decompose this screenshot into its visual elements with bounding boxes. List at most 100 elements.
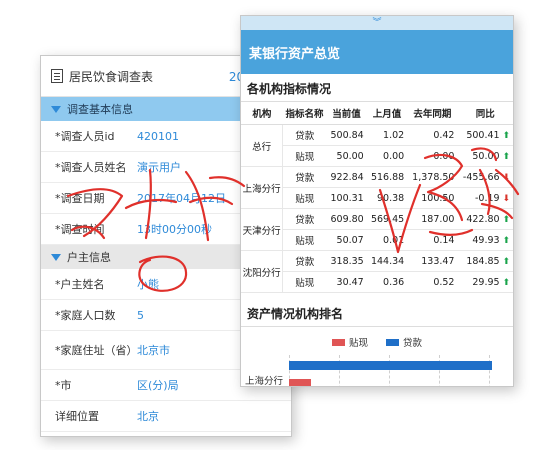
yoy-cell: -0.19 ⬇ [457, 187, 513, 209]
ind-cell: 贴现 [282, 271, 327, 293]
value-cell: 318.35 [326, 250, 367, 272]
value-cell: 100.31 [326, 187, 367, 209]
org-cell: 上海分行 [241, 166, 284, 209]
value-cell: 0.42 [407, 124, 458, 146]
field-value[interactable]: 小熊 [137, 276, 159, 292]
ranking-chart: 上海分行 [241, 355, 513, 387]
yoy-cell: 29.95 ⬆ [457, 271, 513, 293]
col-header: 去年同期 [407, 102, 458, 125]
field-label: 详细位置 [55, 409, 99, 423]
value-cell: 0.00 [366, 145, 408, 167]
value-cell: 133.47 [407, 250, 458, 272]
field-label: *市 [55, 378, 72, 392]
bank-dashboard-screen: ︾ 某银行资产总览 各机构指标情况 机构 指标名称 当前值 上月值 去年同期 同… [240, 15, 514, 387]
arrow-up-icon: ⬆ [499, 277, 510, 288]
document-icon [51, 69, 63, 83]
legend-swatch-loan [386, 338, 399, 346]
table-row[interactable]: 上海分行 贷款 922.84 516.88 1,378.50 -455.66 ⬇ [241, 166, 513, 209]
yoy-cell: 184.85 ⬆ [457, 250, 513, 272]
arrow-down-icon: ⬇ [499, 172, 510, 183]
value-cell: 0.14 [407, 229, 458, 251]
field-label: *家庭住址（省） [55, 343, 138, 357]
value-cell: 0.01 [366, 229, 408, 251]
value-cell: 50.07 [326, 229, 367, 251]
arrow-up-icon: ⬆ [499, 151, 510, 162]
chart-category-label: 上海分行 [245, 376, 284, 387]
yoy-value: 49.93 [472, 234, 500, 246]
field-value[interactable]: 区(分)局 [137, 377, 179, 393]
table-row[interactable]: 总行 贷款 500.84 1.02 0.42 500.41 ⬆ [241, 124, 513, 167]
value-cell: 500.84 [326, 124, 367, 146]
arrow-up-icon: ⬆ [499, 130, 510, 141]
bar-discount[interactable] [289, 379, 312, 386]
value-cell: 516.88 [366, 166, 408, 188]
value-cell: 609.80 [326, 208, 367, 230]
yoy-value: 184.85 [466, 255, 500, 267]
col-header: 指标名称 [282, 102, 327, 125]
value-cell: 922.84 [326, 166, 367, 188]
field-value[interactable]: 演示用户 [137, 159, 181, 175]
value-cell: 90.38 [366, 187, 408, 209]
yoy-cell: 50.00 ⬆ [457, 145, 513, 167]
value-cell: 0.52 [407, 271, 458, 293]
chart-legend: 贴现 贷款 [241, 335, 513, 349]
value-cell: 1.02 [366, 124, 408, 146]
ind-cell: 贷款 [282, 166, 327, 188]
yoy-cell: -455.66 ⬇ [457, 166, 513, 188]
ranking-title: 资产情况机构排名 [241, 299, 513, 327]
yoy-cell: 49.93 ⬆ [457, 229, 513, 251]
yoy-value: -0.19 [475, 192, 500, 204]
arrow-up-icon: ⬆ [499, 214, 510, 225]
value-cell: 144.34 [366, 250, 408, 272]
form-row[interactable]: 详细位置 北京 [41, 401, 291, 432]
pull-handle[interactable]: ︾ [241, 16, 513, 30]
field-label: *家庭人口数 [55, 308, 116, 322]
ind-cell: 贷款 [282, 124, 327, 146]
col-header: 当前值 [326, 102, 367, 125]
field-value[interactable]: 13时00分00秒 [137, 221, 212, 237]
value-cell: 100.50 [407, 187, 458, 209]
ind-cell: 贷款 [282, 250, 327, 272]
collapse-triangle-icon [51, 253, 61, 261]
value-cell: 569.45 [366, 208, 408, 230]
chevron-double-down-icon: ︾ [372, 18, 382, 28]
value-cell: 0.36 [366, 271, 408, 293]
arrow-down-icon: ⬇ [499, 193, 510, 204]
yoy-value: 50.00 [472, 150, 500, 162]
field-value[interactable]: 北京市 [137, 342, 170, 358]
col-header: 上月值 [366, 102, 408, 125]
dashboard-header: 某银行资产总览 [241, 30, 513, 74]
org-cell: 沈阳分行 [241, 250, 284, 293]
field-label: *调查日期 [55, 191, 105, 205]
value-cell: 187.00 [407, 208, 458, 230]
legend-label-loan: 贷款 [403, 338, 423, 349]
field-label: *调查人员姓名 [55, 160, 127, 174]
yoy-value: 29.95 [472, 276, 500, 288]
org-cell: 天津分行 [241, 208, 284, 251]
ind-cell: 贴现 [282, 187, 327, 209]
dashboard-title: 某银行资产总览 [249, 46, 341, 62]
legend-swatch-discount [331, 338, 345, 346]
yoy-cell: 500.41 ⬆ [457, 124, 513, 146]
field-value[interactable]: 420101 [137, 130, 179, 143]
ind-cell: 贴现 [282, 145, 327, 167]
table-row[interactable]: 沈阳分行 贷款 318.35 144.34 133.47 184.85 ⬆ [241, 250, 513, 293]
arrow-up-icon: ⬆ [499, 235, 510, 246]
value-cell: 30.47 [326, 271, 367, 293]
ind-cell: 贴现 [282, 229, 327, 251]
collapse-triangle-icon [51, 105, 61, 113]
field-label: *调查时间 [55, 222, 105, 236]
table-title: 各机构指标情况 [241, 74, 513, 102]
field-value[interactable]: 5 [137, 309, 144, 322]
value-cell: 50.00 [326, 145, 367, 167]
field-value[interactable]: 北京 [137, 408, 159, 424]
field-label: *户主姓名 [55, 277, 105, 291]
org-cell: 总行 [241, 124, 284, 167]
section-household-head-label: 户主信息 [67, 251, 111, 264]
col-header: 同比 [457, 102, 513, 125]
arrow-up-icon: ⬆ [499, 256, 510, 267]
value-cell: 0.00 [407, 145, 458, 167]
field-value[interactable]: 2017年04月12日 [137, 190, 226, 206]
bar-loan[interactable] [289, 361, 493, 370]
table-row[interactable]: 天津分行 贷款 609.80 569.45 187.00 422.80 ⬆ [241, 208, 513, 251]
